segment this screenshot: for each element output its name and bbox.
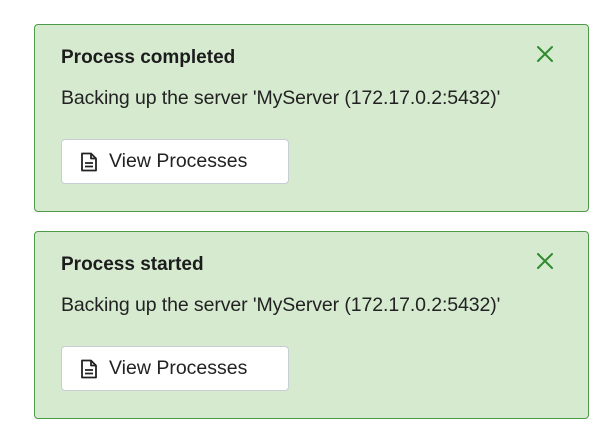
- document-icon: [80, 359, 98, 379]
- document-icon: [80, 152, 98, 172]
- notification-title: Process started: [61, 254, 204, 275]
- view-processes-label: View Processes: [109, 150, 248, 172]
- notification-process-completed: Process completed Backing up the server …: [34, 24, 589, 212]
- view-processes-label: View Processes: [109, 357, 248, 379]
- view-processes-button[interactable]: View Processes: [61, 346, 289, 391]
- notification-message: Backing up the server 'MyServer (172.17.…: [61, 87, 501, 109]
- notification-process-started: Process started Backing up the server 'M…: [34, 231, 589, 419]
- notification-stack: Process completed Backing up the server …: [34, 24, 589, 438]
- view-processes-button[interactable]: View Processes: [61, 139, 289, 184]
- close-icon[interactable]: [536, 45, 554, 63]
- notification-message: Backing up the server 'MyServer (172.17.…: [61, 294, 501, 316]
- close-icon[interactable]: [536, 252, 554, 270]
- notification-title: Process completed: [61, 47, 236, 68]
